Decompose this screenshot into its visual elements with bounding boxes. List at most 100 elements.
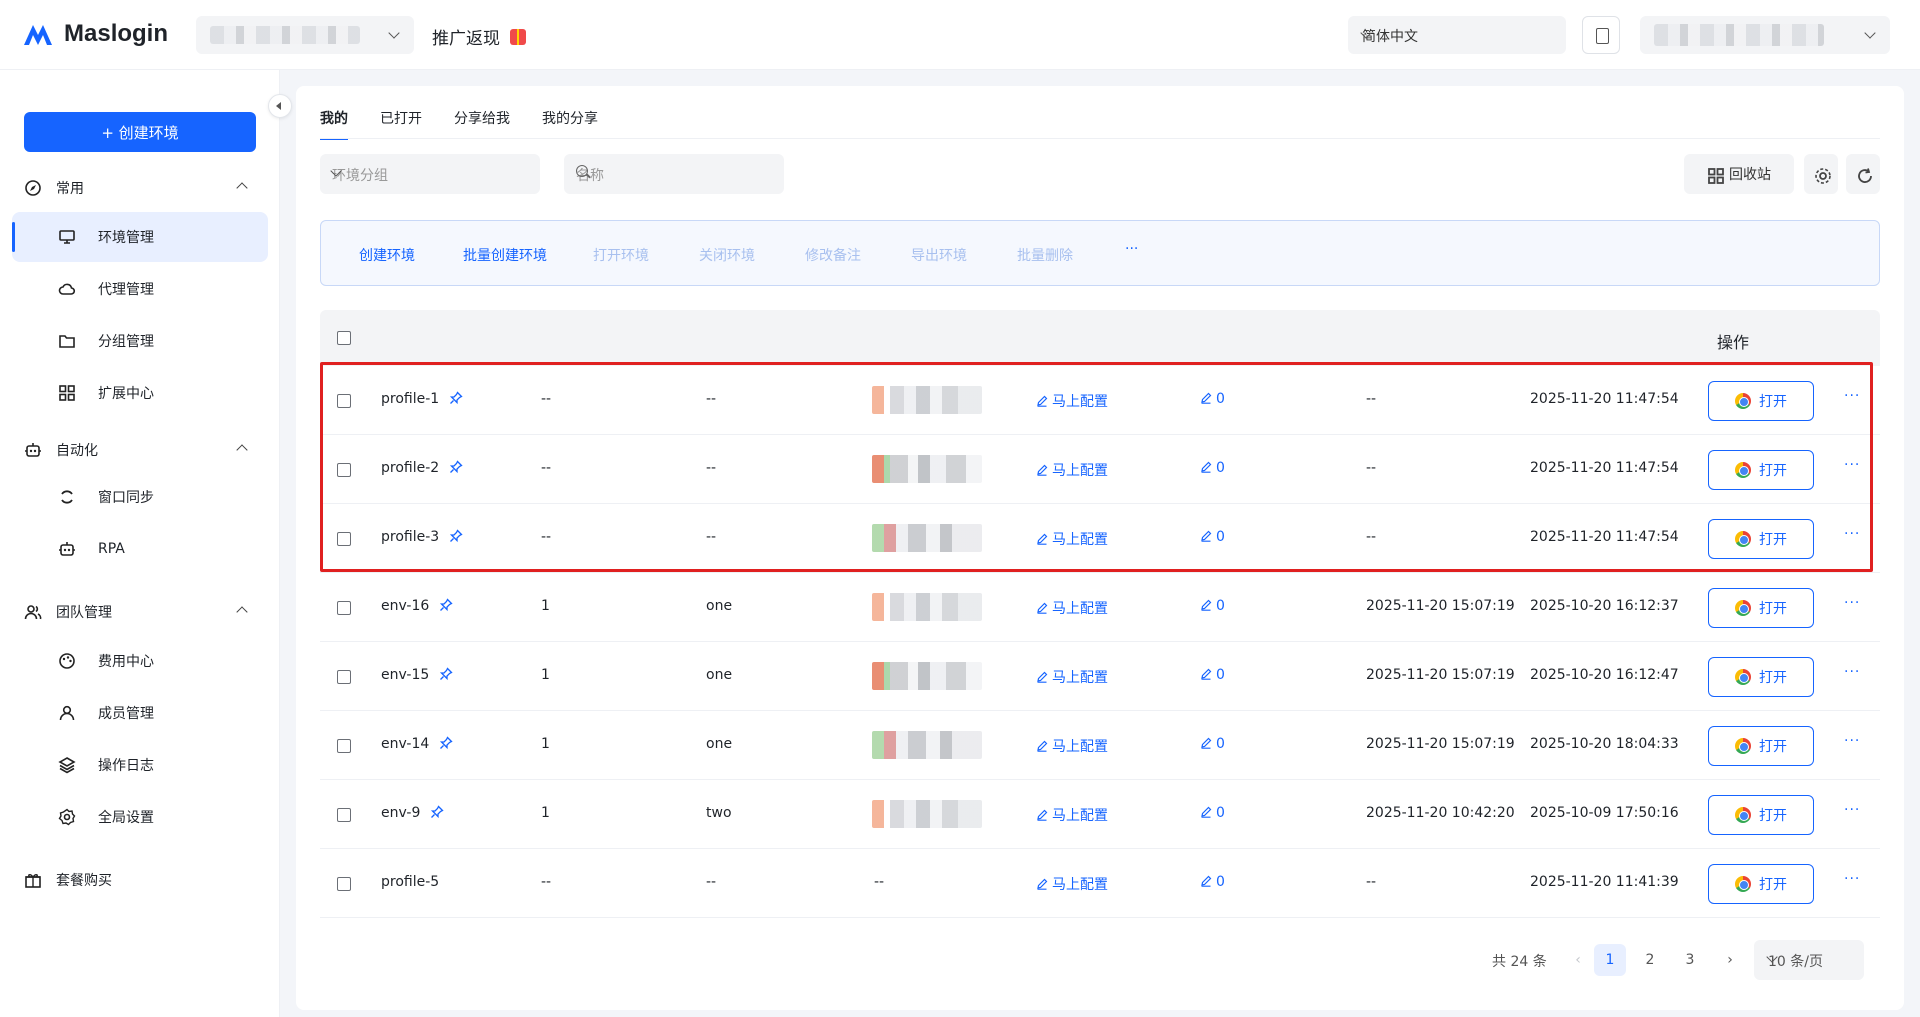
- action-close-environment[interactable]: 关闭环境: [699, 245, 755, 265]
- action-open-environment[interactable]: 打开环境: [593, 245, 649, 265]
- more-options-button[interactable]: ···: [1844, 733, 1860, 749]
- nav-group-common[interactable]: 常用: [24, 178, 256, 198]
- profile-name-cell[interactable]: profile-5: [381, 874, 439, 890]
- open-button[interactable]: 打开: [1708, 381, 1814, 421]
- name-search-input[interactable]: 名称: [564, 154, 784, 194]
- table-row[interactable]: profile-3 -- -- 马上配置 0 -- 2025-11-20 11:47:54 打…: [320, 504, 1880, 573]
- table-row[interactable]: env-16 1 one 马上配置 0 2025-11-20 15:07:19 2025-1…: [320, 573, 1880, 642]
- action-create-environment[interactable]: 创建环境: [359, 245, 415, 265]
- configure-link[interactable]: 马上配置: [1036, 598, 1108, 618]
- tab-my-shares[interactable]: 我的分享: [542, 108, 598, 140]
- row-checkbox[interactable]: [337, 877, 351, 891]
- next-page-button[interactable]: ›: [1714, 944, 1746, 976]
- nav-group-automation[interactable]: 自动化: [24, 440, 256, 460]
- sidebar-item-window-sync[interactable]: 窗口同步: [12, 472, 268, 522]
- promo-link[interactable]: 推广返现: [432, 24, 526, 49]
- tab-opened[interactable]: 已打开: [380, 108, 422, 140]
- user-select[interactable]: [1640, 16, 1890, 54]
- configure-link[interactable]: 马上配置: [1036, 391, 1108, 411]
- sidebar-item-proxies[interactable]: 代理管理: [12, 264, 268, 314]
- open-button[interactable]: 打开: [1708, 795, 1814, 835]
- logo[interactable]: Maslogin: [24, 20, 168, 48]
- action-batch-delete[interactable]: 批量删除: [1017, 245, 1073, 265]
- open-button[interactable]: 打开: [1708, 657, 1814, 697]
- row-checkbox[interactable]: [337, 670, 351, 684]
- profile-name-cell[interactable]: profile-2: [381, 460, 463, 476]
- table-row[interactable]: profile-2 -- -- 马上配置 0 -- 2025-11-20 11:47:54 打…: [320, 435, 1880, 504]
- note-count-link[interactable]: 0: [1200, 736, 1225, 752]
- note-count-link[interactable]: 0: [1200, 529, 1225, 545]
- action-batch-create[interactable]: 批量创建环境: [463, 245, 547, 265]
- pin-icon[interactable]: [430, 805, 444, 819]
- sidebar-item-logs[interactable]: 操作日志: [12, 740, 268, 790]
- configure-link[interactable]: 马上配置: [1036, 805, 1108, 825]
- sidebar-collapse-button[interactable]: [268, 94, 292, 118]
- pin-icon[interactable]: [449, 529, 463, 543]
- page-size-select[interactable]: 10 条/页: [1754, 940, 1864, 980]
- sidebar-item-billing[interactable]: 费用中心: [12, 636, 268, 686]
- page-2[interactable]: 2: [1634, 944, 1666, 976]
- sidebar-item-extensions[interactable]: 扩展中心: [12, 368, 268, 418]
- configure-link[interactable]: 马上配置: [1036, 736, 1108, 756]
- page-1[interactable]: 1: [1594, 944, 1626, 976]
- refresh-button[interactable]: [1846, 154, 1880, 194]
- document-button[interactable]: [1582, 16, 1620, 54]
- more-options-button[interactable]: ···: [1844, 595, 1860, 611]
- sidebar-item-settings[interactable]: 全局设置: [12, 792, 268, 842]
- table-row[interactable]: env-9 1 two 马上配置 0 2025-11-20 10:42:20 2025-10…: [320, 780, 1880, 849]
- prev-page-button[interactable]: ‹: [1562, 944, 1594, 976]
- group-filter-select[interactable]: 环境分组: [320, 154, 540, 194]
- configure-link[interactable]: 马上配置: [1036, 460, 1108, 480]
- more-options-button[interactable]: ···: [1844, 802, 1860, 818]
- profile-name-cell[interactable]: env-15: [381, 667, 453, 683]
- pin-icon[interactable]: [439, 667, 453, 681]
- table-row[interactable]: profile-1 -- -- 马上配置 0 -- 2025-11-20 11:47:54 打…: [320, 366, 1880, 435]
- profile-name-cell[interactable]: profile-1: [381, 391, 463, 407]
- profile-name-cell[interactable]: profile-3: [381, 529, 463, 545]
- table-row[interactable]: env-15 1 one 马上配置 0 2025-11-20 15:07:19 2025-1…: [320, 642, 1880, 711]
- note-count-link[interactable]: 0: [1200, 598, 1225, 614]
- note-count-link[interactable]: 0: [1200, 460, 1225, 476]
- table-row[interactable]: profile-5 -- -- -- 马上配置 0 -- 2025-11-20 11:41:3…: [320, 849, 1880, 918]
- action-edit-note[interactable]: 修改备注: [805, 245, 861, 265]
- recycle-bin-button[interactable]: 回收站: [1684, 154, 1794, 194]
- nav-group-team[interactable]: 团队管理: [24, 602, 256, 622]
- profile-name-cell[interactable]: env-14: [381, 736, 453, 752]
- more-options-button[interactable]: ···: [1844, 664, 1860, 680]
- open-button[interactable]: 打开: [1708, 726, 1814, 766]
- configure-link[interactable]: 马上配置: [1036, 667, 1108, 687]
- row-checkbox[interactable]: [337, 739, 351, 753]
- pin-icon[interactable]: [439, 598, 453, 612]
- profile-name-cell[interactable]: env-9: [381, 805, 444, 821]
- sidebar-item-purchase[interactable]: 套餐购买: [24, 870, 256, 890]
- sidebar-item-rpa[interactable]: RPA: [12, 524, 268, 574]
- tab-shared-with-me[interactable]: 分享给我: [454, 108, 510, 140]
- more-options-button[interactable]: ···: [1844, 457, 1860, 473]
- note-count-link[interactable]: 0: [1200, 667, 1225, 683]
- row-checkbox[interactable]: [337, 394, 351, 408]
- open-button[interactable]: 打开: [1708, 519, 1814, 559]
- action-export-environment[interactable]: 导出环境: [911, 245, 967, 265]
- more-options-button[interactable]: ···: [1844, 871, 1860, 887]
- note-count-link[interactable]: 0: [1200, 805, 1225, 821]
- note-count-link[interactable]: 0: [1200, 391, 1225, 407]
- row-checkbox[interactable]: [337, 601, 351, 615]
- configure-link[interactable]: 马上配置: [1036, 529, 1108, 549]
- row-checkbox[interactable]: [337, 463, 351, 477]
- note-count-link[interactable]: 0: [1200, 874, 1225, 890]
- sidebar-item-members[interactable]: 成员管理: [12, 688, 268, 738]
- page-3[interactable]: 3: [1674, 944, 1706, 976]
- more-options-button[interactable]: ···: [1844, 388, 1860, 404]
- row-checkbox[interactable]: [337, 532, 351, 546]
- language-select[interactable]: 简体中文: [1348, 16, 1566, 54]
- open-button[interactable]: 打开: [1708, 450, 1814, 490]
- sidebar-item-groups[interactable]: 分组管理: [12, 316, 268, 366]
- more-options-button[interactable]: ···: [1844, 526, 1860, 542]
- create-environment-button[interactable]: + 创建环境: [24, 112, 256, 152]
- action-more[interactable]: ···: [1125, 241, 1138, 257]
- tab-mine[interactable]: 我的: [320, 108, 348, 140]
- pin-icon[interactable]: [449, 460, 463, 474]
- search-icon[interactable]: [576, 165, 588, 177]
- table-row[interactable]: env-14 1 one 马上配置 0 2025-11-20 15:07:19 2025-1…: [320, 711, 1880, 780]
- pin-icon[interactable]: [439, 736, 453, 750]
